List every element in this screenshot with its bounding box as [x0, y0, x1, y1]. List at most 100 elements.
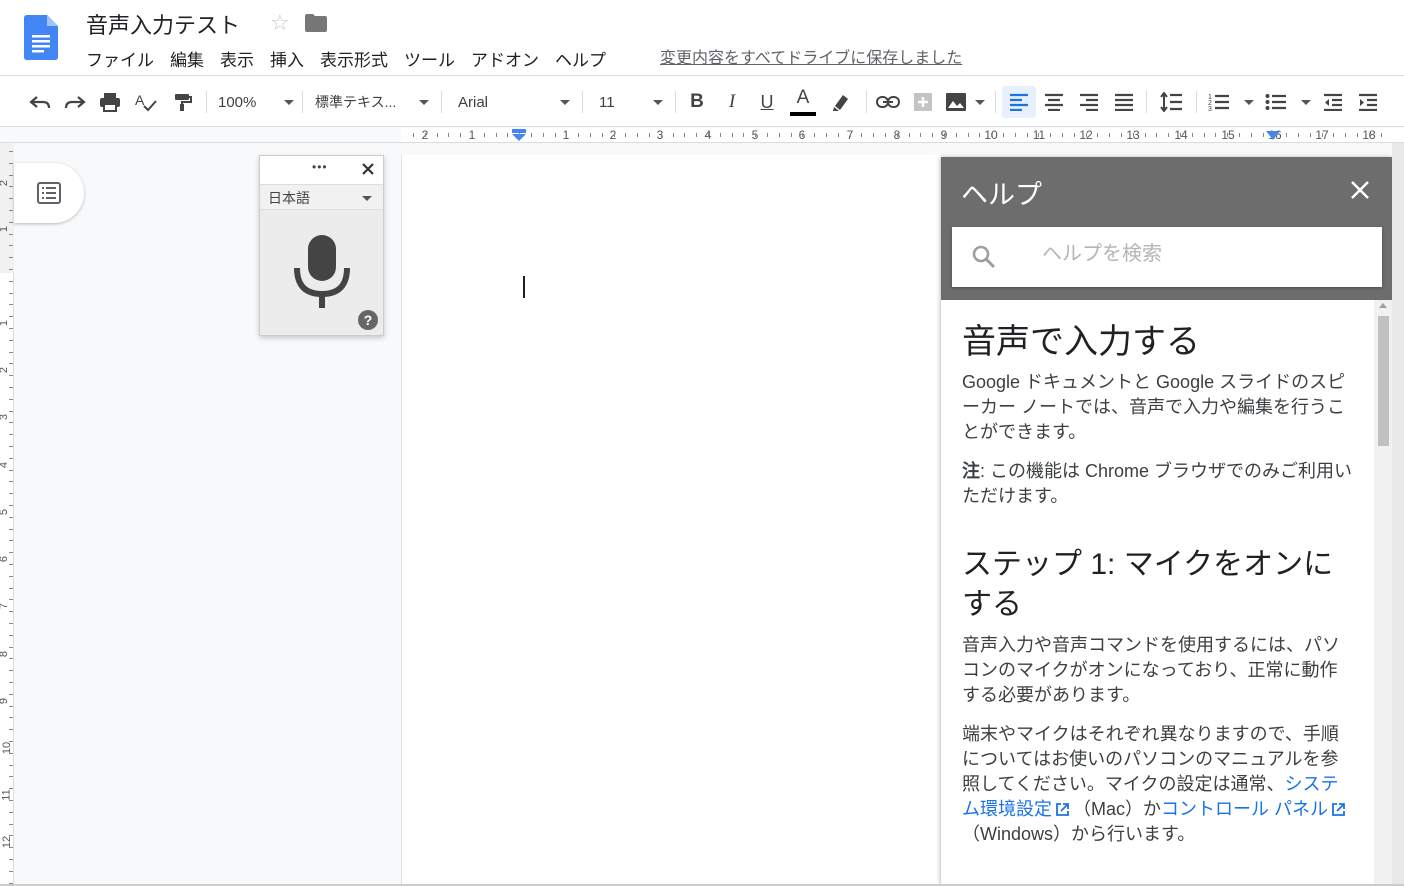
menu-addons[interactable]: アドオン	[463, 46, 547, 71]
print-icon[interactable]	[98, 89, 122, 115]
spellcheck-icon[interactable]: A	[133, 89, 159, 115]
ruler-tick	[673, 133, 674, 137]
text-color-button[interactable]: A	[789, 87, 817, 117]
line-spacing-icon[interactable]	[1158, 89, 1184, 115]
ruler-tick	[637, 133, 638, 137]
ruler-label: 1	[0, 226, 10, 232]
ruler-tick	[9, 470, 13, 471]
paint-format-icon[interactable]	[170, 89, 194, 115]
ruler-tick	[1227, 133, 1228, 137]
underline-button[interactable]: U	[756, 89, 778, 115]
help-panel-title: ヘルプ	[961, 180, 1042, 210]
menu-edit[interactable]: 編集	[162, 46, 212, 71]
redo-icon[interactable]	[63, 89, 87, 115]
help-article: 音声で入力する Google ドキュメントと Google スライドのスピーカー…	[941, 300, 1374, 886]
italic-button[interactable]: I	[721, 89, 743, 115]
menu-file[interactable]: ファイル	[78, 46, 162, 71]
numbered-list-button[interactable]: 123	[1208, 89, 1254, 115]
link-icon[interactable]	[875, 89, 901, 115]
microphone-icon	[294, 235, 350, 308]
bold-button[interactable]: B	[686, 89, 708, 115]
menu-tools[interactable]: ツール	[396, 46, 463, 71]
note-text: : この機能は Chrome ブラウザでのみご利用いただけます。	[962, 461, 1353, 506]
bulleted-list-icon	[1265, 94, 1286, 110]
align-justify-button[interactable]	[1112, 89, 1136, 115]
menu-insert[interactable]: 挿入	[262, 46, 312, 71]
ruler-label: 14	[1174, 128, 1188, 142]
help-step-heading: ステップ 1: マイクをオンにする	[962, 548, 1334, 621]
close-icon[interactable]	[1349, 179, 1371, 201]
horizontal-ruler[interactable]: 2 1 1 2 3 4 5 6 7 8 9 10 11 12 13 14 15 …	[0, 127, 1404, 143]
ruler-tick	[9, 599, 13, 600]
ruler-label: 1	[0, 320, 10, 326]
outline-list-icon	[37, 182, 61, 204]
scroll-up-arrow-icon[interactable]	[1379, 303, 1387, 308]
ruler-tick	[1156, 133, 1157, 137]
document-page[interactable]	[401, 155, 941, 886]
save-status-link[interactable]: 変更内容をすべてドライブに保存しました	[660, 44, 962, 68]
voice-help-icon[interactable]: ?	[358, 310, 378, 330]
right-indent-marker[interactable]	[1266, 131, 1280, 141]
star-icon[interactable]: ☆	[270, 10, 290, 36]
ruler-tick	[1381, 133, 1382, 137]
ruler-tick	[9, 623, 13, 624]
menu-format[interactable]: 表示形式	[312, 46, 396, 71]
undo-icon[interactable]	[28, 89, 52, 115]
document-outline-button[interactable]	[14, 163, 84, 223]
ruler-tick	[1062, 133, 1063, 137]
ruler-tick	[1204, 133, 1205, 137]
font-size-select[interactable]: 11	[599, 89, 663, 115]
align-right-button[interactable]	[1077, 89, 1101, 115]
ruler-tick	[779, 133, 780, 137]
align-center-button[interactable]	[1042, 89, 1066, 115]
ruler-tick	[885, 133, 886, 137]
decrease-indent-icon[interactable]	[1321, 89, 1345, 115]
folder-icon[interactable]	[305, 14, 327, 32]
ruler-tick	[684, 133, 685, 137]
help-search-input[interactable]	[1042, 243, 1362, 266]
voice-mic-button[interactable]: ?	[260, 210, 383, 335]
scrollbar-thumb[interactable]	[1378, 316, 1389, 446]
menu-view[interactable]: 表示	[212, 46, 262, 71]
ruler-tick	[9, 434, 13, 435]
ruler-tick	[9, 647, 13, 648]
voice-widget-titlebar[interactable]: •••	[260, 156, 383, 184]
ruler-tick	[661, 133, 662, 137]
ruler-label: 9	[0, 698, 10, 704]
menu-help[interactable]: ヘルプ	[547, 46, 614, 71]
align-left-button[interactable]	[1002, 86, 1036, 118]
ruler-tick	[1251, 133, 1252, 137]
image-icon	[946, 93, 966, 111]
ruler-tick	[9, 399, 13, 400]
bulleted-list-button[interactable]	[1265, 89, 1311, 115]
ruler-tick	[1133, 133, 1134, 137]
ruler-tick	[1357, 133, 1358, 137]
help-search-box[interactable]	[952, 227, 1382, 287]
ruler-tick	[543, 133, 544, 137]
font-select[interactable]: Arial	[458, 89, 570, 115]
insert-image-button[interactable]	[945, 89, 985, 115]
zoom-select[interactable]: 100%	[218, 89, 294, 115]
increase-indent-icon[interactable]	[1356, 89, 1380, 115]
ruler-tick	[9, 446, 13, 447]
vertical-ruler: 2 1 1 2 3 4 5 6 7 8 9 10 11 12	[0, 143, 14, 886]
highlight-icon[interactable]	[829, 89, 853, 115]
help-note: 注: この機能は Chrome ブラウザでのみご利用いただけます。	[962, 459, 1354, 509]
ruler-tick	[9, 765, 13, 766]
voice-language-select[interactable]: 日本語	[260, 184, 383, 210]
ruler-tick	[9, 658, 13, 659]
close-icon[interactable]	[362, 163, 374, 175]
paragraph-style-select[interactable]: 標準テキス...	[315, 89, 429, 115]
ruler-tick	[9, 281, 13, 282]
ruler-tick	[920, 133, 921, 137]
ruler-tick	[9, 411, 13, 412]
docs-logo-icon[interactable]	[24, 15, 58, 60]
text-color-swatch	[790, 112, 816, 116]
more-options-icon[interactable]: •••	[312, 160, 328, 174]
ruler-tick	[9, 269, 13, 270]
document-title[interactable]: 音声入力テスト	[86, 8, 240, 40]
add-comment-icon[interactable]	[911, 89, 935, 115]
control-panel-link[interactable]: コントロール パネル	[1161, 799, 1349, 819]
help-scrollbar[interactable]	[1374, 300, 1392, 886]
ruler-tick	[696, 133, 697, 137]
